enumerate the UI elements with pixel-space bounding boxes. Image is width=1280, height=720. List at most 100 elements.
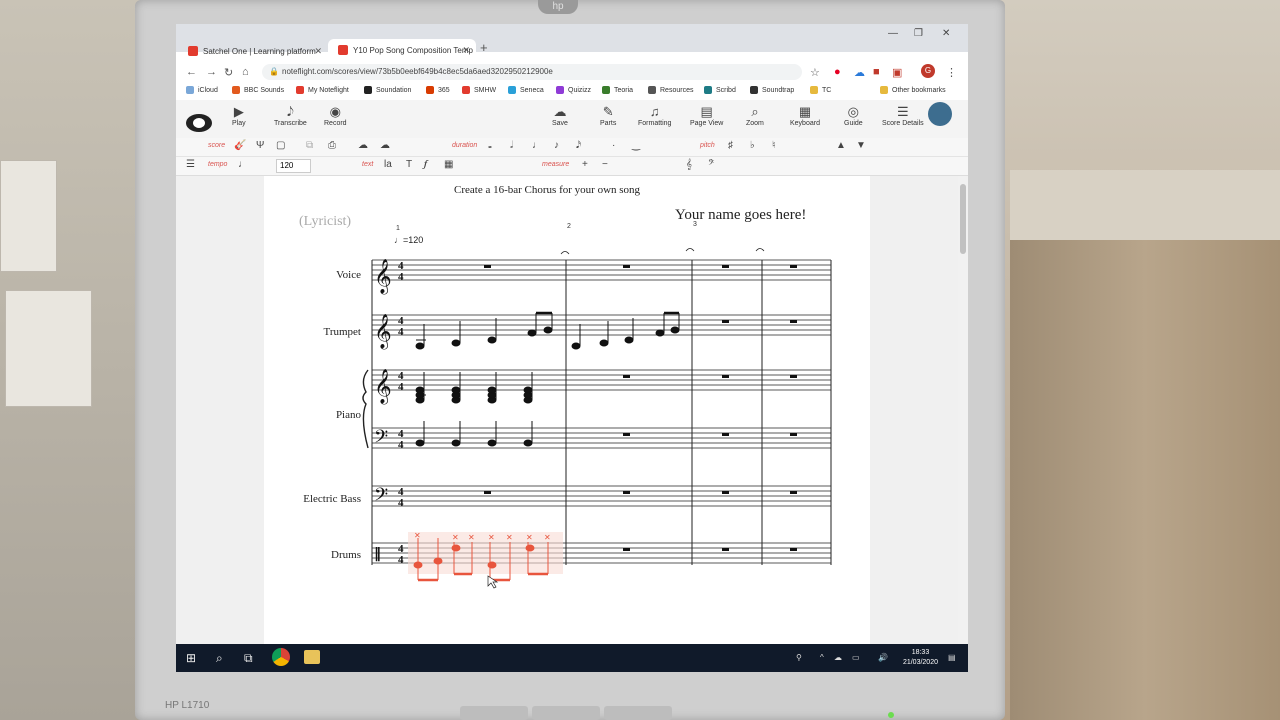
forward-icon[interactable]: →	[206, 66, 217, 78]
home-icon[interactable]: ⌂	[242, 66, 249, 78]
tuning-fork-icon[interactable]: Ψ	[256, 140, 264, 151]
transcribe-button[interactable]: 𝅘𝅥𝅮 Transcribe	[274, 104, 307, 127]
tempo-marking[interactable]: ♩=120	[394, 235, 423, 245]
bookmark-item[interactable]: 365	[426, 86, 450, 94]
bookmark-item[interactable]: Scribd	[704, 86, 736, 94]
bookmark-item[interactable]: My Noteflight	[296, 86, 349, 94]
zoom-button[interactable]: ⌕ Zoom	[746, 104, 764, 127]
monitor-button[interactable]	[532, 706, 600, 720]
file-explorer-icon[interactable]	[304, 650, 320, 664]
instrument-label-electric-bass[interactable]: Electric Bass	[251, 493, 361, 505]
bookmark-item[interactable]: Quizizz	[556, 86, 591, 94]
lyrics-icon[interactable]: la	[384, 159, 392, 170]
expression-icon[interactable]: 𝆑	[424, 159, 427, 170]
sharp-icon[interactable]: ♯	[728, 140, 733, 151]
search-icon[interactable]: ⌕	[216, 651, 223, 666]
windows-start-icon[interactable]: ⊞	[186, 651, 196, 665]
dot-icon[interactable]: ·	[612, 140, 615, 151]
people-icon[interactable]: ⚲	[796, 653, 802, 662]
minimize-icon[interactable]: —	[888, 28, 898, 39]
close-tab-icon[interactable]: ✕	[314, 46, 322, 57]
save-button[interactable]: ☁ Save	[552, 104, 568, 127]
pdf-extension-icon[interactable]: ▣	[892, 66, 902, 79]
play-button[interactable]: ▶ Play	[232, 104, 246, 127]
other-bookmarks[interactable]: Other bookmarks	[880, 86, 946, 94]
star-icon[interactable]: ☆	[810, 66, 820, 79]
instrument-label-drums[interactable]: Drums	[251, 549, 361, 561]
back-icon[interactable]: ←	[186, 66, 197, 78]
record-button[interactable]: ◉ Record	[324, 104, 347, 127]
reload-icon[interactable]: ↻	[224, 66, 233, 79]
onedrive-icon[interactable]: ☁	[834, 653, 842, 662]
clef-bass-icon[interactable]: 𝄢	[708, 159, 714, 170]
pinterest-extension-icon[interactable]: ●	[834, 66, 841, 78]
keyboard-button[interactable]: ▦ Keyboard	[790, 104, 820, 127]
down-arrow-icon[interactable]: ▼	[856, 140, 866, 151]
tempo-input[interactable]: 120	[276, 159, 311, 173]
page-view-button[interactable]: ▤ Page View	[690, 104, 723, 127]
bookmark-item[interactable]: SMHW	[462, 86, 496, 94]
quarter-note-icon[interactable]: ♩	[532, 140, 542, 151]
print-icon[interactable]: ⎙	[328, 140, 336, 151]
close-tab-icon[interactable]: ✕	[462, 45, 470, 56]
natural-icon[interactable]: ♮	[772, 140, 776, 151]
chrome-icon[interactable]	[272, 648, 290, 666]
new-tab-button[interactable]: +	[480, 40, 488, 55]
scrollbar-thumb[interactable]	[960, 184, 966, 254]
eighth-note-icon[interactable]: ♪	[554, 140, 559, 151]
instrument-icon[interactable]: 🎸	[234, 140, 246, 151]
parts-button[interactable]: ✎ Parts	[600, 104, 616, 127]
cloud-extension-icon[interactable]: ☁	[854, 66, 865, 79]
close-window-icon[interactable]: ✕	[942, 28, 950, 39]
clef-treble-icon[interactable]: 𝄞	[686, 159, 692, 170]
system-clock[interactable]: 18:33 21/03/2020	[903, 648, 938, 668]
remove-measure-icon[interactable]: −	[602, 159, 608, 170]
add-measure-icon[interactable]: +	[582, 159, 588, 170]
network-icon[interactable]: ▭	[852, 653, 860, 662]
notifications-icon[interactable]: ▤	[948, 653, 956, 662]
extension-icon[interactable]: ■	[873, 66, 880, 78]
page-icon[interactable]: ▢	[276, 140, 285, 151]
address-bar[interactable]: 🔒 noteflight.com/scores/view/73b5b0eebf6…	[262, 64, 802, 80]
vertical-scrollbar[interactable]	[958, 176, 968, 644]
bookmark-item[interactable]: Seneca	[508, 86, 544, 94]
formatting-button[interactable]: ♫ Formatting	[638, 104, 671, 127]
instrument-label-trumpet[interactable]: Trumpet	[251, 326, 362, 338]
half-note-icon[interactable]: 𝅗𝅥	[510, 140, 513, 151]
cloud-upload-icon[interactable]: ☁	[358, 140, 368, 151]
chevron-up-icon[interactable]: ^	[820, 653, 824, 662]
volume-icon[interactable]: 🔊	[878, 653, 888, 662]
tie-icon[interactable]: ‿	[632, 140, 640, 151]
profile-avatar[interactable]: G	[921, 64, 935, 78]
guide-button[interactable]: ◎ Guide	[844, 104, 863, 127]
bookmark-item[interactable]: iCloud	[186, 86, 218, 94]
tab-satchel[interactable]: Satchel One | Learning platform ✕	[178, 40, 328, 62]
bookmark-item[interactable]: BBC Sounds	[232, 86, 284, 94]
instrument-label-voice[interactable]: Voice	[251, 269, 361, 281]
bookmark-item[interactable]: Soundation	[364, 86, 411, 94]
chord-icon[interactable]: ▦	[444, 159, 453, 170]
bookmark-item[interactable]: Resources	[648, 86, 693, 94]
noteflight-logo[interactable]	[186, 114, 212, 132]
lyricist-field[interactable]: (Lyricist)	[299, 214, 351, 230]
flat-icon[interactable]: ♭	[750, 140, 755, 151]
task-view-icon[interactable]: ⧉	[244, 651, 253, 666]
text-icon[interactable]: T	[406, 159, 412, 170]
tab-noteflight[interactable]: Y10 Pop Song Composition Temp ✕	[328, 39, 476, 61]
monitor-button[interactable]	[460, 706, 528, 720]
score-subtitle[interactable]: Create a 16-bar Chorus for your own song	[454, 184, 640, 196]
monitor-button[interactable]	[604, 706, 672, 720]
sixteenth-note-icon[interactable]: 𝅘𝅥𝅯	[576, 140, 581, 151]
whole-note-icon[interactable]: 𝅝	[488, 140, 492, 151]
bookmark-item[interactable]: Teoria	[602, 86, 633, 94]
copy-icon[interactable]: ⧉	[306, 140, 313, 151]
instrument-label-piano[interactable]: Piano	[251, 409, 361, 421]
user-avatar[interactable]	[928, 102, 952, 126]
maximize-icon[interactable]: ❐	[914, 28, 923, 39]
score-details-button[interactable]: ☰ Score Details	[882, 104, 924, 127]
up-arrow-icon[interactable]: ▲	[836, 140, 846, 151]
menu-kebab-icon[interactable]: ⋮	[946, 66, 957, 79]
cloud-download-icon[interactable]: ☁	[380, 140, 390, 151]
bookmark-item[interactable]: Soundtrap	[750, 86, 794, 94]
menu-icon[interactable]: ☰	[186, 159, 195, 170]
